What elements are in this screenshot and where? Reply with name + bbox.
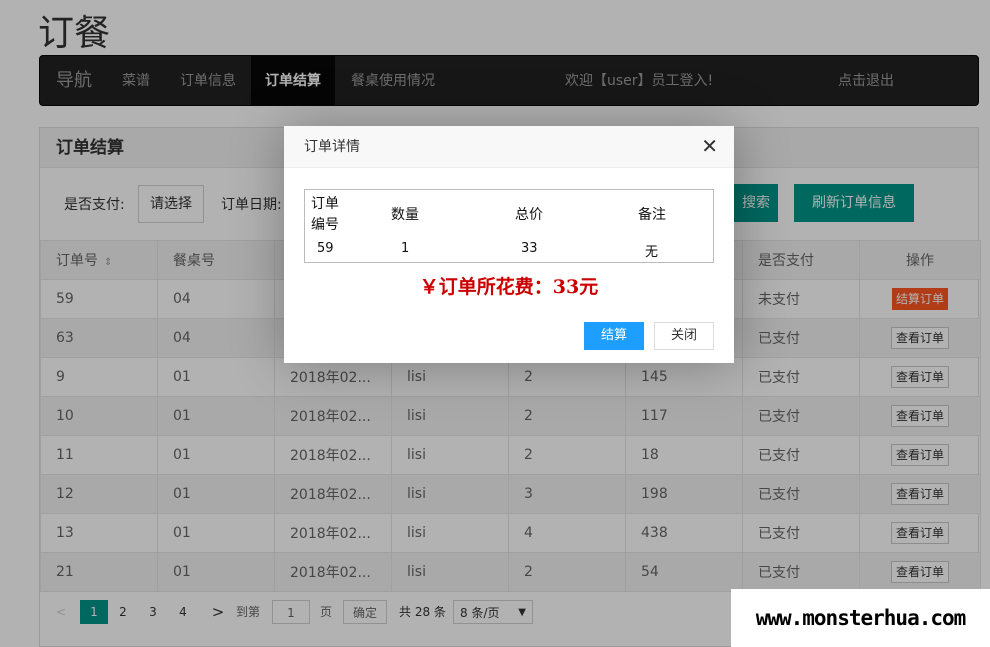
- order-cost-summary: ￥订单所花费：33元: [419, 276, 599, 298]
- watermark: www.monsterhua.com: [731, 589, 990, 647]
- detail-total: 33: [521, 241, 538, 256]
- detail-header-order-no-2: 编号: [311, 217, 339, 233]
- detail-header-order-no-1: 订单: [311, 196, 339, 212]
- close-icon[interactable]: ✕: [701, 136, 718, 156]
- order-detail-modal: 订单详情 ✕ 订单 编号 数量 总价 备注 59 1 33 无 ￥订单所花费：3…: [284, 126, 734, 363]
- detail-header-total: 总价: [515, 207, 543, 223]
- detail-note: 无: [645, 245, 659, 260]
- detail-order-no: 59: [317, 241, 334, 256]
- settle-button[interactable]: 结算: [584, 322, 644, 350]
- detail-qty: 1: [401, 241, 410, 256]
- modal-title: 订单详情: [284, 126, 734, 168]
- order-detail-table: 订单 编号 数量 总价 备注 59 1 33 无: [304, 189, 714, 263]
- modal-close-button[interactable]: 关闭: [654, 322, 714, 350]
- detail-header-qty: 数量: [391, 207, 419, 223]
- detail-header-note: 备注: [638, 207, 666, 223]
